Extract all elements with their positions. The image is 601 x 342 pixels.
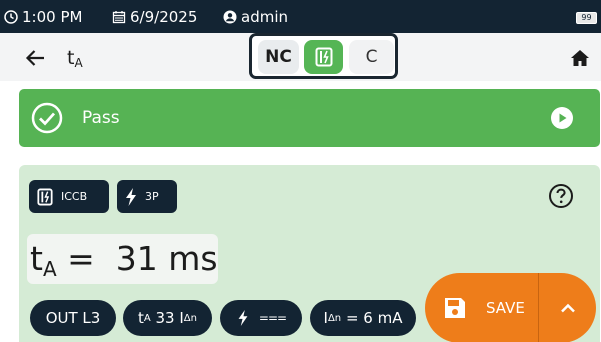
user-icon bbox=[223, 10, 237, 23]
output-chip[interactable]: OUT L3 bbox=[30, 300, 116, 336]
test-chip-sub: A bbox=[143, 312, 151, 324]
save-expand-button[interactable] bbox=[539, 273, 596, 342]
lightning-icon bbox=[238, 310, 248, 326]
play-circle-icon[interactable] bbox=[550, 106, 574, 130]
back-button[interactable] bbox=[22, 45, 48, 71]
status-bar: 1:00 PM 6/9/2025 admin 99 bbox=[0, 0, 601, 33]
measurement-number: 31 ms bbox=[115, 239, 218, 278]
save-label: SAVE bbox=[486, 299, 525, 317]
lightning-icon bbox=[126, 187, 136, 206]
status-user: admin bbox=[223, 0, 288, 33]
calendar-icon bbox=[112, 10, 126, 23]
measurement-symbol: t bbox=[30, 239, 43, 278]
home-icon bbox=[571, 50, 589, 66]
measurement-symbol-sub: A bbox=[42, 257, 57, 281]
device-chip-label: ICCB bbox=[61, 190, 88, 203]
title-sub: A bbox=[74, 56, 83, 70]
poles-chip[interactable]: 3P bbox=[117, 180, 177, 213]
mode-switch: NC C bbox=[249, 33, 398, 79]
mode-breaker-button[interactable] bbox=[304, 40, 343, 74]
app-header: tA NC C bbox=[0, 33, 601, 81]
arrow-left-icon bbox=[25, 50, 44, 66]
status-date: 6/9/2025 bbox=[112, 0, 197, 33]
save-button[interactable]: SAVE bbox=[425, 273, 538, 342]
pass-banner[interactable]: Pass bbox=[19, 89, 600, 147]
date-text: 6/9/2025 bbox=[130, 7, 198, 26]
measurement-value: tA = 31 ms bbox=[27, 234, 218, 284]
save-fab: SAVE bbox=[425, 273, 596, 342]
page-title: tA bbox=[67, 47, 83, 70]
status-time: 1:00 PM bbox=[4, 0, 82, 33]
idn-value: = 6 mA bbox=[345, 309, 403, 327]
clock-icon bbox=[4, 9, 18, 24]
rated-current-chip[interactable]: I Δn = 6 mA bbox=[310, 300, 416, 336]
time-text: 1:00 PM bbox=[22, 7, 83, 26]
waveform-chip[interactable]: === bbox=[220, 300, 302, 336]
check-circle-icon bbox=[31, 102, 63, 134]
idn-sub: Δn bbox=[327, 312, 342, 324]
mode-c-button[interactable]: C bbox=[349, 40, 394, 74]
breaker-icon bbox=[315, 47, 332, 67]
app-screen: 1:00 PM 6/9/2025 admin 99 tA NC C Pass I… bbox=[0, 0, 601, 342]
pass-label: Pass bbox=[82, 108, 120, 128]
user-text: admin bbox=[241, 7, 288, 26]
test-chip-value-sub: Δn bbox=[183, 312, 197, 324]
help-icon[interactable] bbox=[547, 182, 575, 210]
test-multiplier-chip[interactable]: tA 33 I Δn bbox=[123, 300, 212, 336]
test-chip-value: 33 I bbox=[155, 309, 184, 327]
mode-nc-button[interactable]: NC bbox=[258, 40, 299, 74]
home-button[interactable] bbox=[569, 47, 591, 69]
poles-chip-label: 3P bbox=[145, 190, 159, 203]
waveform-label: === bbox=[258, 311, 287, 325]
breaker-icon bbox=[37, 188, 53, 205]
chevron-up-icon bbox=[560, 303, 575, 313]
battery-indicator: 99 bbox=[576, 12, 597, 24]
device-chip[interactable]: ICCB bbox=[29, 180, 109, 213]
measurement-equals: = bbox=[67, 239, 95, 278]
floppy-disk-icon bbox=[445, 298, 465, 318]
